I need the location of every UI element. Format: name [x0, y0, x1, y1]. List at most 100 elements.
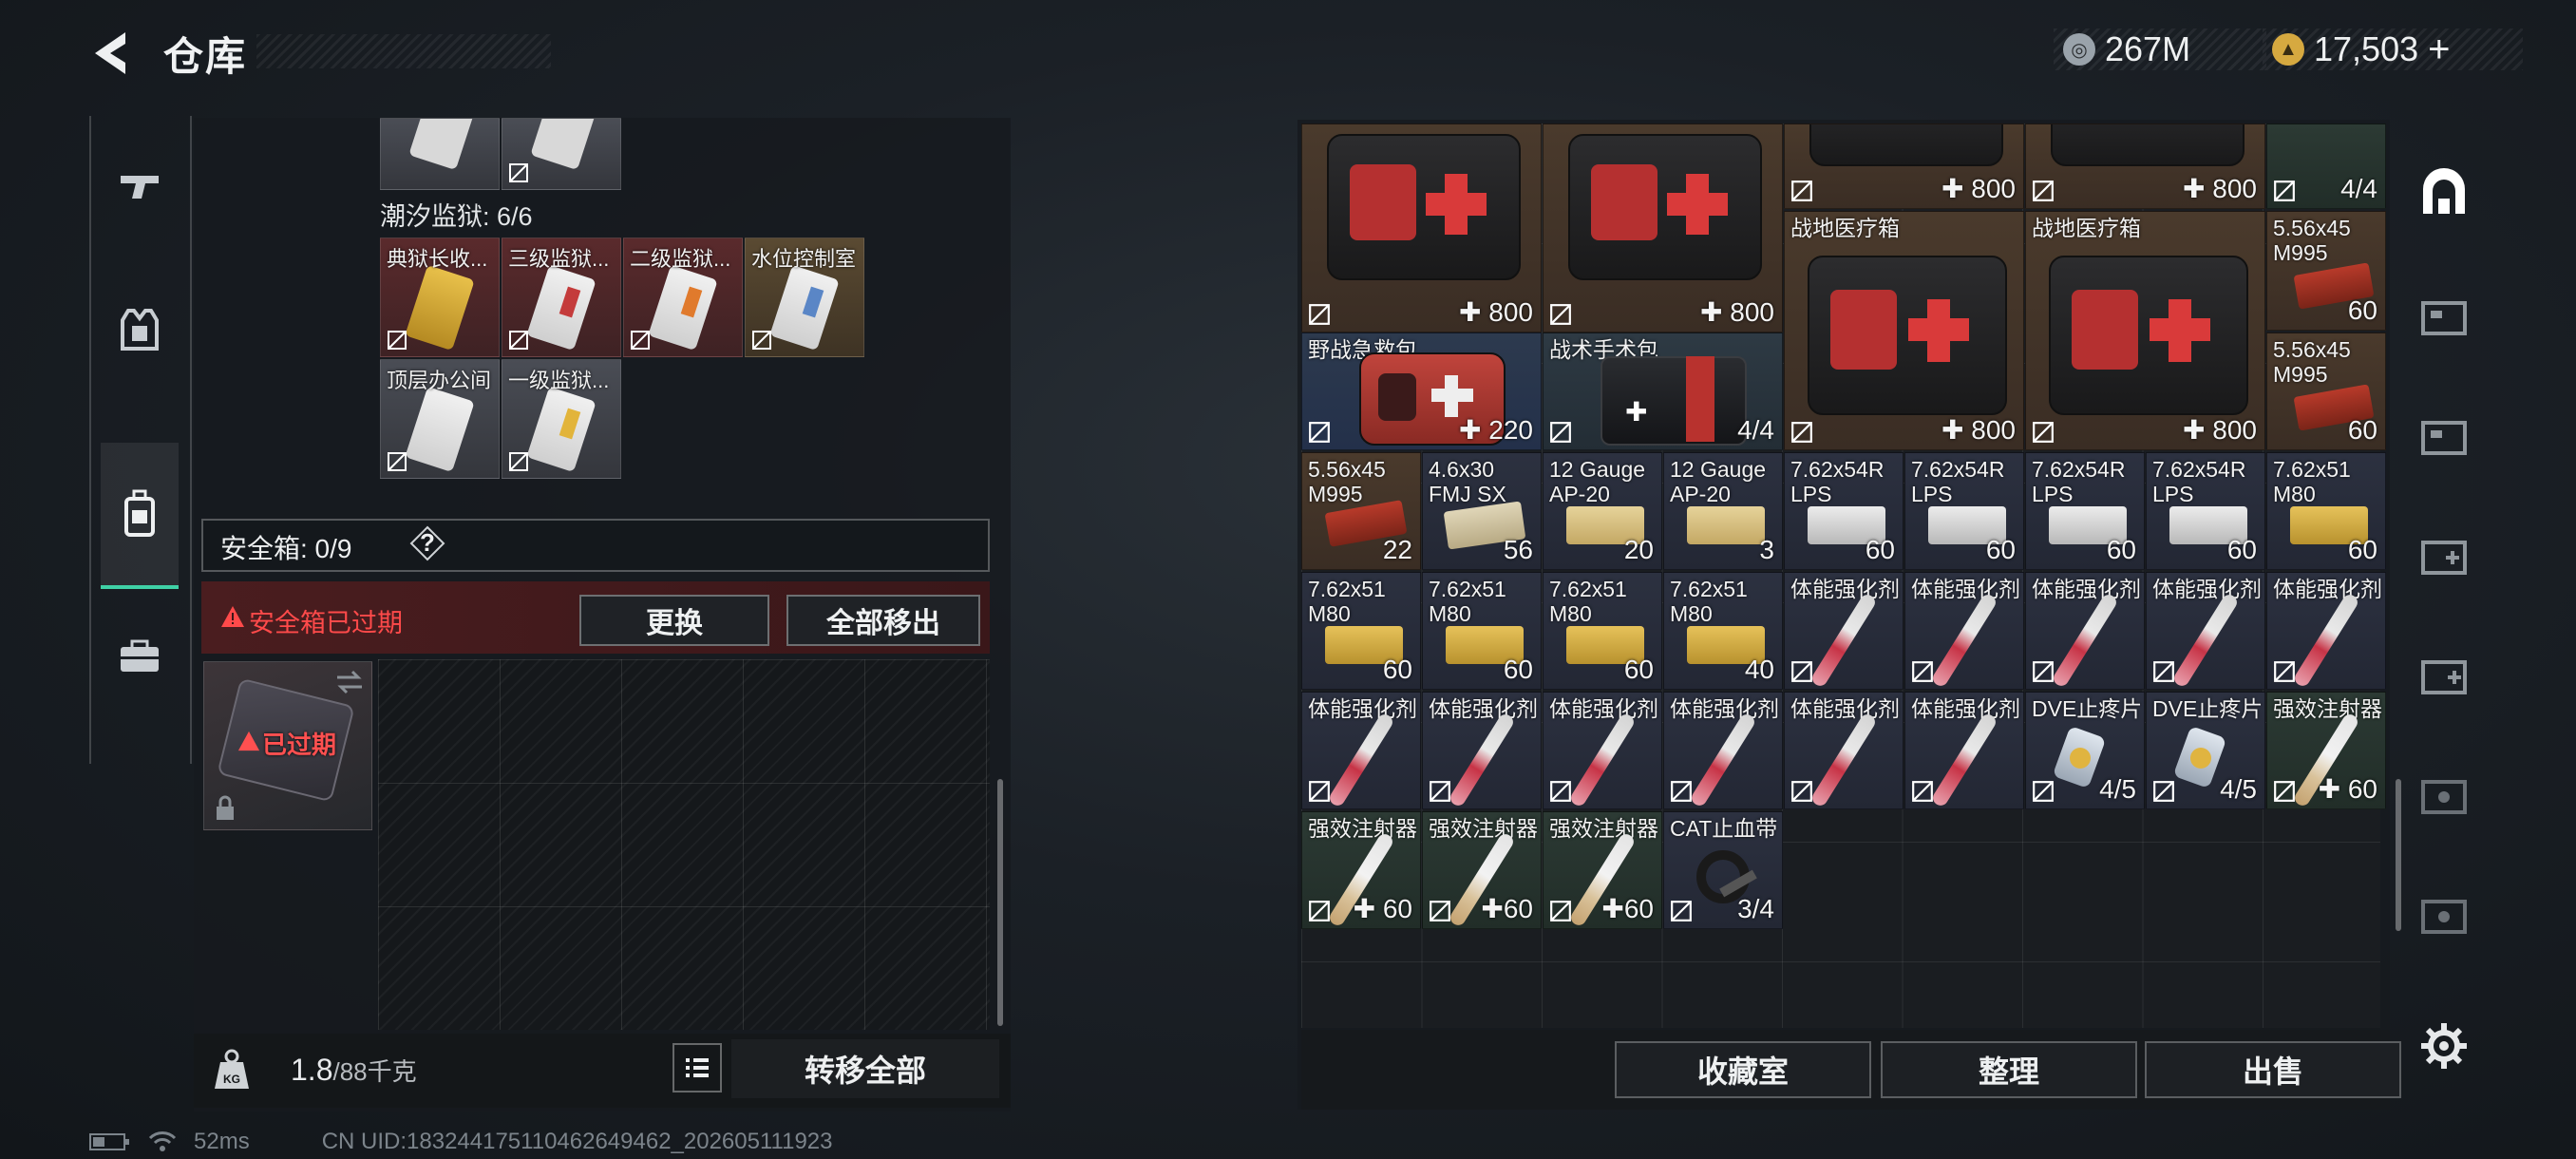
inventory-item[interactable]: 5.56x45 M995 60 — [2266, 332, 2386, 450]
inventory-item[interactable]: DVE止疼片 4/5 — [2025, 692, 2145, 809]
warehouse-tab-3[interactable] — [2415, 407, 2473, 466]
add-gold-button[interactable]: + — [2428, 28, 2450, 71]
inventory-item[interactable]: ✚ 800 — [1543, 124, 1783, 332]
key-item[interactable]: 水位控制室 — [745, 238, 864, 357]
back-arrow-icon — [95, 32, 125, 74]
inventory-item[interactable]: 体能强化剂 — [1301, 692, 1421, 809]
inventory-item[interactable]: 强效注射器 ✚60 — [1543, 811, 1662, 929]
inventory-item[interactable]: 强效注射器 ✚ 60 — [1301, 811, 1421, 929]
remove-all-button[interactable]: 全部移出 — [786, 595, 980, 646]
inventory-item[interactable]: 7.62x54R LPS 60 — [2025, 452, 2145, 570]
armor-vest-icon — [121, 309, 159, 351]
inventory-item[interactable]: 强效注射器 ✚ 60 — [2266, 692, 2386, 809]
storage-box-add-icon — [2421, 660, 2467, 694]
bound-icon — [1671, 901, 1692, 922]
sort-button[interactable]: 整理 — [1881, 1041, 2137, 1098]
vault-button[interactable]: 收藏室 — [1615, 1041, 1871, 1098]
warehouse-tab-7[interactable] — [2415, 885, 2473, 944]
svg-text:KG: KG — [223, 1073, 240, 1086]
inventory-item[interactable]: ✚ 800 — [2025, 124, 2265, 209]
inventory-item[interactable]: 体能强化剂 — [1543, 692, 1662, 809]
help-icon[interactable]: ? — [408, 524, 446, 562]
inventory-item[interactable]: 体能强化剂 — [1784, 572, 1904, 690]
inventory-item[interactable]: 7.62x51 M80 60 — [1301, 572, 1421, 690]
inventory-item[interactable]: ✚ 800 — [1301, 124, 1542, 332]
inventory-item[interactable]: 7.62x54R LPS 60 — [1904, 452, 2024, 570]
inventory-item[interactable]: 12 Gauge AP-20 20 — [1543, 452, 1662, 570]
silver-currency: ◎ 267M — [2054, 28, 2266, 70]
bound-icon — [509, 163, 528, 182]
warehouse-tab-5[interactable] — [2415, 646, 2473, 705]
inventory-item[interactable]: 12 Gauge AP-20 3 — [1663, 452, 1783, 570]
inventory-item[interactable]: 体能强化剂 — [1904, 692, 2024, 809]
bound-icon — [1791, 781, 1812, 802]
settings-button[interactable] — [2415, 1016, 2473, 1075]
bound-icon — [2153, 661, 2174, 682]
left-scrollbar[interactable] — [997, 779, 1003, 1026]
replace-button[interactable]: 更换 — [579, 595, 769, 646]
key-item-partial[interactable] — [502, 118, 621, 190]
safebox-grid[interactable] — [378, 659, 990, 1030]
gold-currency[interactable]: ▲ 17,503 + — [2263, 28, 2523, 70]
safebox-expired-label: 已过期 — [262, 731, 337, 759]
inventory-item[interactable]: ✚ 800 — [1784, 124, 2024, 209]
storage-box-icon — [2421, 541, 2467, 575]
inventory-item[interactable]: 4/4 — [2266, 124, 2386, 209]
inventory-item[interactable]: 7.62x51 M80 60 — [2266, 452, 2386, 570]
back-button[interactable] — [87, 27, 135, 80]
inventory-item[interactable]: 体能强化剂 — [1904, 572, 2024, 690]
tab-weapons[interactable] — [101, 116, 179, 258]
weight-icon: KG — [213, 1049, 251, 1095]
transfer-all-button[interactable]: 转移全部 — [731, 1039, 999, 1098]
bound-icon — [1309, 422, 1330, 443]
sell-button[interactable]: 出售 — [2145, 1041, 2401, 1098]
bound-icon — [752, 331, 771, 350]
inventory-item[interactable]: 7.62x51 M80 60 — [1422, 572, 1542, 690]
inventory-item[interactable]: 战术手术包 ✚ 4/4 — [1543, 332, 1783, 450]
warehouse-tab-6[interactable] — [2415, 766, 2473, 825]
bound-icon — [509, 452, 528, 471]
bound-icon — [1550, 304, 1571, 325]
inventory-item[interactable]: CAT止血带 3/4 — [1663, 811, 1783, 929]
tab-armor[interactable] — [101, 258, 179, 401]
bound-icon — [2153, 781, 2174, 802]
bound-icon — [1550, 422, 1571, 443]
key-item[interactable]: 一级监狱... — [502, 359, 621, 479]
inventory-item[interactable]: 体能强化剂 — [2266, 572, 2386, 690]
inventory-item[interactable]: 5.56x45 M995 60 — [2266, 211, 2386, 331]
bound-icon — [631, 331, 650, 350]
inventory-item[interactable]: 7.62x51 M80 40 — [1663, 572, 1783, 690]
arch-warehouse-icon — [2423, 168, 2465, 214]
tab-cases[interactable] — [101, 585, 179, 728]
list-view-button[interactable] — [672, 1043, 722, 1092]
warehouse-page-nav — [2401, 120, 2487, 1110]
inventory-item[interactable]: 体能强化剂 — [1663, 692, 1783, 809]
key-item[interactable]: 典狱长收... — [380, 238, 500, 357]
bound-icon — [509, 331, 528, 350]
warehouse-tab-4[interactable] — [2415, 526, 2473, 585]
bound-icon — [1912, 781, 1933, 802]
inventory-item[interactable]: 体能强化剂 — [1784, 692, 1904, 809]
key-item-partial[interactable] — [380, 118, 500, 190]
inventory-item[interactable]: 7.62x51 M80 60 — [1543, 572, 1662, 690]
inventory-item[interactable]: 强效注射器 ✚60 — [1422, 811, 1542, 929]
inventory-item[interactable]: 体能强化剂 — [2146, 572, 2265, 690]
inventory-item[interactable]: 体能强化剂 — [1422, 692, 1542, 809]
inventory-item[interactable]: 4.6x30 FMJ SX 56 — [1422, 452, 1542, 570]
inventory-item[interactable]: 7.62x54R LPS 60 — [2146, 452, 2265, 570]
key-item[interactable]: 三级监狱... — [502, 238, 621, 357]
bound-icon — [1430, 901, 1450, 922]
inventory-item[interactable]: 7.62x54R LPS 60 — [1784, 452, 1904, 570]
warehouse-tab-2[interactable] — [2415, 287, 2473, 346]
tab-backpack[interactable] — [101, 443, 179, 589]
inventory-item[interactable]: 体能强化剂 — [2025, 572, 2145, 690]
inventory-item[interactable]: 野战急救包 ✚ 220 — [1301, 332, 1542, 450]
key-item[interactable]: 二级监狱... — [623, 238, 743, 357]
inventory-item[interactable]: 5.56x45 M995 22 — [1301, 452, 1421, 570]
inventory-item[interactable]: 战地医疗箱 ✚ 800 — [2025, 211, 2265, 450]
inventory-item[interactable]: 战地医疗箱 ✚ 800 — [1784, 211, 2024, 450]
warehouse-tab-main[interactable] — [2415, 163, 2473, 222]
inventory-item[interactable]: DVE止疼片 4/5 — [2146, 692, 2265, 809]
silver-amount: 267M — [2105, 29, 2191, 68]
key-item[interactable]: 顶层办公间 — [380, 359, 500, 479]
